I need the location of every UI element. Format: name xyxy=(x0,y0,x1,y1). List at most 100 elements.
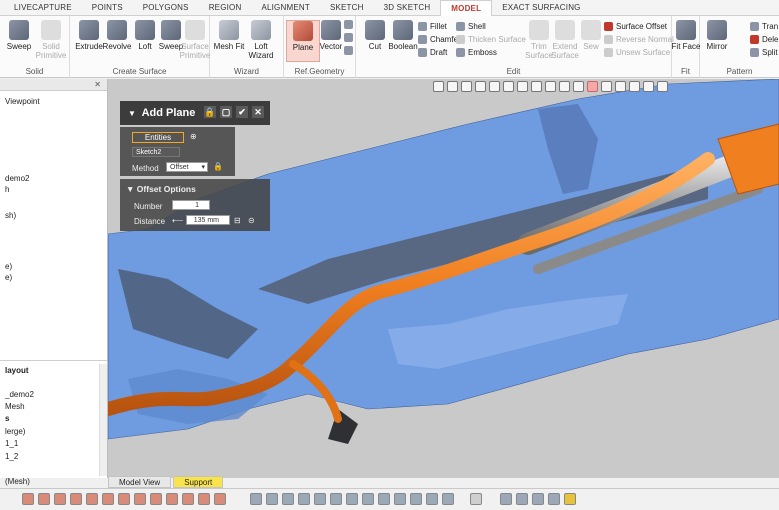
fillet-button[interactable]: Fillet xyxy=(418,22,447,31)
pin-icon[interactable]: ✕ xyxy=(94,80,101,89)
tab-3d-sketch[interactable]: 3D SKETCH xyxy=(374,0,441,16)
surface-display-icon[interactable] xyxy=(118,493,130,505)
tree-item-layout-s[interactable]: s xyxy=(5,414,9,423)
highlight-icon[interactable] xyxy=(564,493,576,505)
ref-display-icon[interactable] xyxy=(166,493,178,505)
offset-options-title[interactable]: ▼ Offset Options xyxy=(126,184,196,194)
front-view-icon[interactable] xyxy=(314,493,326,505)
tree-item-layout-1-2[interactable]: 1_2 xyxy=(5,452,18,461)
surface-primitive-button[interactable]: Surface Primitive xyxy=(178,20,212,60)
section-view-icon[interactable] xyxy=(442,493,454,505)
select-mode-icon[interactable] xyxy=(503,81,514,92)
fit-face-button[interactable]: Fit Face xyxy=(669,20,703,51)
back-view-icon[interactable] xyxy=(330,493,342,505)
zoom-fit-icon[interactable] xyxy=(250,493,262,505)
tree-item-layout-1-1[interactable]: 1_1 xyxy=(5,439,18,448)
line-ref-icon[interactable] xyxy=(344,46,353,55)
shell-button[interactable]: Shell xyxy=(456,22,486,31)
tree-item-layout-merge[interactable]: lerge) xyxy=(5,427,25,436)
mesh-render-icon[interactable] xyxy=(38,493,50,505)
loft-wizard-button[interactable]: Loft Wizard xyxy=(244,20,278,60)
brush-select-icon[interactable] xyxy=(587,81,598,92)
eye-icon[interactable] xyxy=(643,81,654,92)
collapse-icon[interactable]: ▼ xyxy=(128,109,136,118)
method-lock-icon[interactable]: 🔒 xyxy=(213,162,223,171)
mesh-display-icon[interactable] xyxy=(22,493,34,505)
method-select[interactable]: Offset ▾ xyxy=(166,162,208,172)
point-select-icon[interactable] xyxy=(517,81,528,92)
transform-button[interactable]: Tran xyxy=(750,22,778,31)
preview-icon[interactable]: ▢ xyxy=(220,106,232,118)
lock-icon[interactable]: 🔒 xyxy=(204,106,216,118)
tab-exact-surfacing[interactable]: EXACT SURFACING xyxy=(492,0,590,16)
copy-icon[interactable] xyxy=(470,493,482,505)
tab-model-view[interactable]: Model View xyxy=(108,476,172,488)
number-input[interactable]: 1 xyxy=(172,200,210,210)
measure-angle-icon[interactable] xyxy=(516,493,528,505)
thicken-surface-button[interactable]: Thicken Surface xyxy=(456,35,526,44)
grid-icon[interactable] xyxy=(657,81,668,92)
solid-primitive-button[interactable]: Solid Primitive xyxy=(34,20,68,60)
measure-area-icon[interactable] xyxy=(548,493,560,505)
circle-select-icon[interactable] xyxy=(559,81,570,92)
entities-extra-icon[interactable]: ⊕ xyxy=(190,132,197,141)
unsew-surface-button[interactable]: Unsew Surface xyxy=(604,48,670,57)
boolean-button[interactable]: Boolean xyxy=(386,20,420,51)
deviation-display-icon[interactable] xyxy=(214,493,226,505)
point-ref-icon[interactable] xyxy=(344,20,353,29)
emboss-button[interactable]: Emboss xyxy=(456,48,497,57)
measure-radius-icon[interactable] xyxy=(532,493,544,505)
tree-item-demo2[interactable]: demo2 xyxy=(5,174,29,183)
delete-button[interactable]: Dele xyxy=(750,35,778,44)
sketch-display-icon[interactable] xyxy=(134,493,146,505)
tab-livecapture[interactable]: LIVECAPTURE xyxy=(4,0,82,16)
view-cube-icon[interactable] xyxy=(447,81,458,92)
ok-button[interactable]: ✔ xyxy=(236,106,248,118)
vector-button[interactable]: Vector xyxy=(314,20,348,51)
zoom-icon[interactable] xyxy=(266,493,278,505)
entity-value[interactable]: Sketch2 xyxy=(132,147,180,157)
top-view-icon[interactable] xyxy=(378,493,390,505)
coord-ref-icon[interactable] xyxy=(344,33,353,42)
normal-view-icon[interactable] xyxy=(426,493,438,505)
iso-view-icon[interactable] xyxy=(410,493,422,505)
filter-icon[interactable] xyxy=(615,81,626,92)
points-display-icon[interactable] xyxy=(54,493,66,505)
tab-alignment[interactable]: ALIGNMENT xyxy=(251,0,319,16)
entities-button[interactable]: Entities xyxy=(132,132,184,143)
paint-select-icon[interactable] xyxy=(601,81,612,92)
tab-region[interactable]: REGION xyxy=(199,0,252,16)
rect-select-icon[interactable] xyxy=(545,81,556,92)
feature-display-icon[interactable] xyxy=(150,493,162,505)
pan-icon[interactable] xyxy=(282,493,294,505)
measure-icon[interactable]: ⊟ xyxy=(234,216,241,225)
section-icon[interactable] xyxy=(489,81,500,92)
tab-sketch[interactable]: SKETCH xyxy=(320,0,374,16)
cancel-button[interactable]: ✕ xyxy=(252,106,264,118)
chamfer-button[interactable]: Chamfer xyxy=(418,35,461,44)
left-panel-divider[interactable] xyxy=(0,360,107,361)
left-view-icon[interactable] xyxy=(346,493,358,505)
measure-distance-icon[interactable] xyxy=(500,493,512,505)
reverse-direction-icon[interactable]: ⟵ xyxy=(172,216,183,225)
rotate-icon[interactable] xyxy=(298,493,310,505)
bottom-view-icon[interactable] xyxy=(394,493,406,505)
right-view-icon[interactable] xyxy=(362,493,374,505)
left-panel-scrollbar[interactable] xyxy=(99,364,107,476)
annotation-display-icon[interactable] xyxy=(198,493,210,505)
solid-display-icon[interactable] xyxy=(102,493,114,505)
sweep-solid-button[interactable]: Sweep xyxy=(2,20,36,51)
wireframe-icon[interactable] xyxy=(70,493,82,505)
tree-item-e2[interactable]: e) xyxy=(5,273,12,282)
tree-item-sh[interactable]: sh) xyxy=(5,211,16,220)
tree-item-h[interactable]: h xyxy=(5,185,9,194)
measure-display-icon[interactable] xyxy=(182,493,194,505)
mesh-fit-button[interactable]: Mesh Fit xyxy=(212,20,246,51)
layer-icon[interactable] xyxy=(629,81,640,92)
tab-model[interactable]: MODEL xyxy=(440,0,493,16)
tab-support[interactable]: Support xyxy=(173,476,224,488)
reverse-normal-button[interactable]: Reverse Normal xyxy=(604,35,674,44)
line-select-icon[interactable] xyxy=(531,81,542,92)
draft-button[interactable]: Draft xyxy=(418,48,447,57)
surface-offset-button[interactable]: Surface Offset xyxy=(604,22,667,31)
